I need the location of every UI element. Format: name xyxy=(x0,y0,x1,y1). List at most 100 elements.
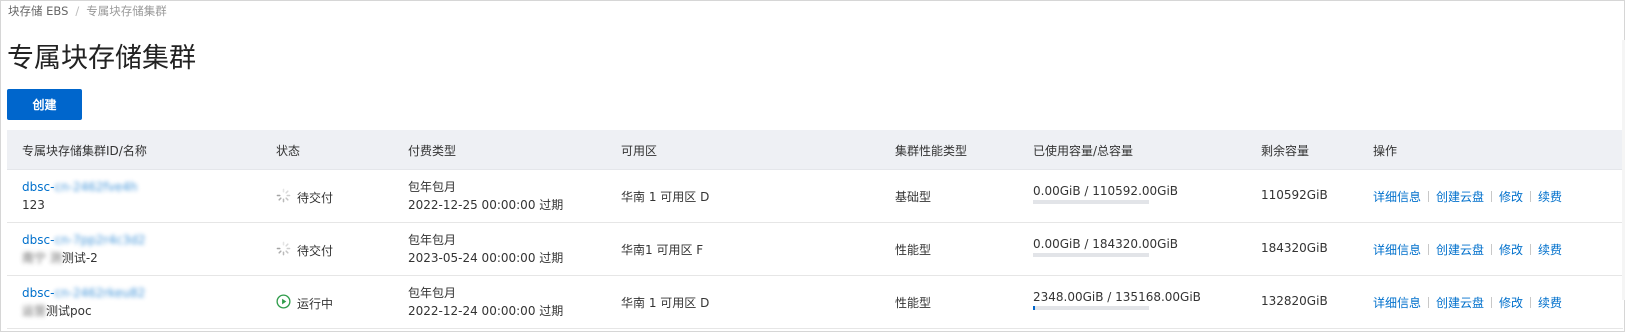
op-link[interactable]: 创建云盘 xyxy=(1436,188,1484,205)
breadcrumb-separator: / xyxy=(75,4,80,18)
cluster-id-link[interactable]: dbsc-cn-7pp2r4c3d2 xyxy=(22,231,146,249)
cell-pay-type: 包年包月 2023-05-24 00:00:00 过期 xyxy=(408,231,563,267)
op-link[interactable]: 修改 xyxy=(1499,241,1523,258)
cell-remaining: 132820GiB xyxy=(1261,294,1328,308)
table-body: dbsc-cn-2462fve4h 123 待交付 包年包月 2022-12-25 00… xyxy=(7,170,1623,329)
cell-capacity: 2348.00GiB / 135168.00GiB xyxy=(1033,290,1201,310)
cluster-name-text: 测试poc xyxy=(46,304,92,318)
pay-type: 包年包月 xyxy=(408,180,457,194)
cell-capacity: 0.00GiB / 110592.00GiB xyxy=(1033,184,1178,204)
op-link[interactable]: 续费 xyxy=(1538,241,1562,258)
pay-type: 包年包月 xyxy=(408,233,457,247)
op-link[interactable]: 创建云盘 xyxy=(1436,241,1484,258)
col-status: 状态 xyxy=(276,144,301,158)
status-text: 待交付 xyxy=(297,243,334,258)
cluster-name-masked: 运营 xyxy=(22,304,47,318)
cluster-name-text: 123 xyxy=(22,198,45,212)
spinner-icon xyxy=(276,241,291,259)
capacity-bar-fill xyxy=(1033,306,1036,310)
cluster-name: 运营测试poc xyxy=(22,302,145,320)
cell-operations: 详细信息 创建云盘 修改 续费 xyxy=(1373,294,1562,311)
expire-time: 2022-12-25 00:00:00 过期 xyxy=(408,198,564,212)
cluster-id-prefix[interactable]: dbsc- xyxy=(22,286,54,300)
play-circle-icon xyxy=(276,294,291,312)
cell-remaining: 184320GiB xyxy=(1261,241,1328,255)
cluster-id-masked[interactable]: cn-7pp2r4c3d2 xyxy=(54,233,145,247)
cell-perf-type: 基础型 xyxy=(895,190,932,204)
op-link[interactable]: 详细信息 xyxy=(1373,241,1421,258)
cell-remaining: 110592GiB xyxy=(1261,188,1328,202)
cell-perf-type: 性能型 xyxy=(895,243,932,257)
create-button[interactable]: 创建 xyxy=(7,89,82,120)
ops-divider xyxy=(1491,191,1493,202)
breadcrumb-root[interactable]: 块存储 EBS xyxy=(8,4,68,18)
col-zone: 可用区 xyxy=(621,144,658,158)
cell-zone: 华南1 可用区 F xyxy=(621,243,704,257)
pay-type: 包年包月 xyxy=(408,286,457,300)
col-pay-type: 付费类型 xyxy=(408,144,457,158)
cell-operations: 详细信息 创建云盘 修改 续费 xyxy=(1373,241,1562,258)
col-id-name: 专属块存储集群ID/名称 xyxy=(22,144,147,158)
cluster-name: 123 xyxy=(22,196,137,214)
cell-status: 待交付 xyxy=(276,241,333,259)
ops-divider xyxy=(1530,244,1532,255)
ops-divider xyxy=(1491,244,1493,255)
capacity-text: 0.00GiB / 110592.00GiB xyxy=(1033,184,1179,198)
cluster-id-link[interactable]: dbsc-cn-2462fve4h xyxy=(22,178,137,196)
cell-pay-type: 包年包月 2022-12-25 00:00:00 过期 xyxy=(408,178,563,214)
cell-zone: 华南 1 可用区 D xyxy=(621,296,710,310)
cell-pay-type: 包年包月 2022-12-24 00:00:00 过期 xyxy=(408,284,563,320)
ops-divider xyxy=(1428,297,1430,308)
table-header: 专属块存储集群ID/名称 状态 付费类型 可用区 集群性能类型 已使用容量/总容… xyxy=(7,130,1623,170)
cell-id-name: dbsc-cn-7pp2r4c3d2 南宁 测测试-2 xyxy=(22,231,146,267)
cluster-name-text: 测试-2 xyxy=(61,251,98,265)
cluster-id-masked[interactable]: cn-2462fve4h xyxy=(54,180,137,194)
spinner-icon xyxy=(276,188,291,206)
page-title: 专属块存储集群 xyxy=(7,43,196,74)
cell-id-name: dbsc-cn-2462rkeu82 运营测试poc xyxy=(22,284,145,320)
table-row: dbsc-cn-2462fve4h 123 待交付 包年包月 2022-12-25 00… xyxy=(7,170,1623,223)
capacity-bar xyxy=(1033,306,1149,310)
col-perf-type: 集群性能类型 xyxy=(895,144,968,158)
expire-time: 2022-12-24 00:00:00 过期 xyxy=(408,304,564,318)
cell-id-name: dbsc-cn-2462fve4h 123 xyxy=(22,178,137,214)
cell-capacity: 0.00GiB / 184320.00GiB xyxy=(1033,237,1178,257)
cluster-name-masked: 南宁 测 xyxy=(22,251,62,265)
table-row: dbsc-cn-2462rkeu82 运营测试poc 运行中 包年包月 2022-12-… xyxy=(7,276,1623,329)
op-link[interactable]: 续费 xyxy=(1538,294,1562,311)
op-link[interactable]: 修改 xyxy=(1499,294,1523,311)
status-text: 运行中 xyxy=(297,296,334,311)
op-link[interactable]: 修改 xyxy=(1499,188,1523,205)
cell-status: 待交付 xyxy=(276,188,333,206)
op-link[interactable]: 详细信息 xyxy=(1373,188,1421,205)
op-link[interactable]: 续费 xyxy=(1538,188,1562,205)
expire-time: 2023-05-24 00:00:00 过期 xyxy=(408,251,564,265)
op-link[interactable]: 创建云盘 xyxy=(1436,294,1484,311)
op-link[interactable]: 详细信息 xyxy=(1373,294,1421,311)
cluster-id-link[interactable]: dbsc-cn-2462rkeu82 xyxy=(22,284,145,302)
ops-divider xyxy=(1530,191,1532,202)
col-capacity: 已使用容量/总容量 xyxy=(1033,144,1134,158)
cluster-table: 专属块存储集群ID/名称 状态 付费类型 可用区 集群性能类型 已使用容量/总容… xyxy=(7,130,1623,329)
col-operations: 操作 xyxy=(1373,144,1398,158)
cluster-name: 南宁 测测试-2 xyxy=(22,249,146,267)
cluster-id-prefix[interactable]: dbsc- xyxy=(22,180,54,194)
col-remaining: 剩余容量 xyxy=(1261,144,1310,158)
cell-zone: 华南 1 可用区 D xyxy=(621,190,710,204)
capacity-text: 2348.00GiB / 135168.00GiB xyxy=(1033,290,1201,304)
cell-perf-type: 性能型 xyxy=(895,296,932,310)
breadcrumb: 块存储 EBS / 专属块存储集群 xyxy=(8,3,167,19)
ops-divider xyxy=(1530,297,1532,308)
cluster-id-masked[interactable]: cn-2462rkeu82 xyxy=(54,286,145,300)
breadcrumb-current: 专属块存储集群 xyxy=(86,4,167,18)
capacity-bar xyxy=(1033,253,1149,257)
capacity-bar xyxy=(1033,200,1149,204)
cluster-id-prefix[interactable]: dbsc- xyxy=(22,233,54,247)
status-text: 待交付 xyxy=(297,190,334,205)
cell-operations: 详细信息 创建云盘 修改 续费 xyxy=(1373,188,1562,205)
ops-divider xyxy=(1428,244,1430,255)
ops-divider xyxy=(1428,191,1430,202)
ops-divider xyxy=(1491,297,1493,308)
capacity-text: 0.00GiB / 184320.00GiB xyxy=(1033,237,1179,251)
table-row: dbsc-cn-7pp2r4c3d2 南宁 测测试-2 待交付 包年包月 2023-05… xyxy=(7,223,1623,276)
